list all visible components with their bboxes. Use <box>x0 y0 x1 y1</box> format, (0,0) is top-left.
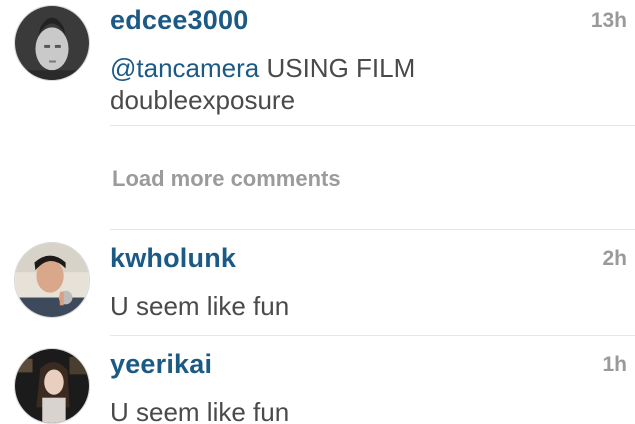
username[interactable]: edcee3000 <box>110 5 248 36</box>
comment-item: edcee3000 13h @tancamera USING FILM doub… <box>0 0 635 126</box>
timestamp: 2h <box>602 247 627 270</box>
divider <box>110 125 635 126</box>
avatar[interactable] <box>14 5 90 81</box>
load-more-comments-button[interactable]: Load more comments <box>112 166 341 192</box>
mention-link[interactable]: @tancamera <box>110 53 259 83</box>
user-portrait-icon <box>15 6 89 80</box>
avatar[interactable] <box>14 348 90 424</box>
avatar[interactable] <box>14 242 90 318</box>
comment-text: U seem like fun <box>110 291 290 321</box>
user-portrait-icon <box>15 243 89 317</box>
comment-item: yeerikai 1h U seem like fun <box>0 336 635 424</box>
comment-text-line2: doubleexposure <box>110 85 296 115</box>
username[interactable]: yeerikai <box>110 349 212 380</box>
timestamp: 13h <box>590 9 627 32</box>
comment-text: U seem like fun <box>110 397 290 424</box>
comment-text-rest: USING FILM <box>259 53 416 83</box>
comment-item: kwholunk 2h U seem like fun <box>0 230 635 336</box>
comment-text: @tancamera USING FILM doubleexposure <box>110 52 415 116</box>
user-portrait-icon <box>15 349 89 423</box>
timestamp: 1h <box>602 353 627 376</box>
username[interactable]: kwholunk <box>110 243 236 274</box>
